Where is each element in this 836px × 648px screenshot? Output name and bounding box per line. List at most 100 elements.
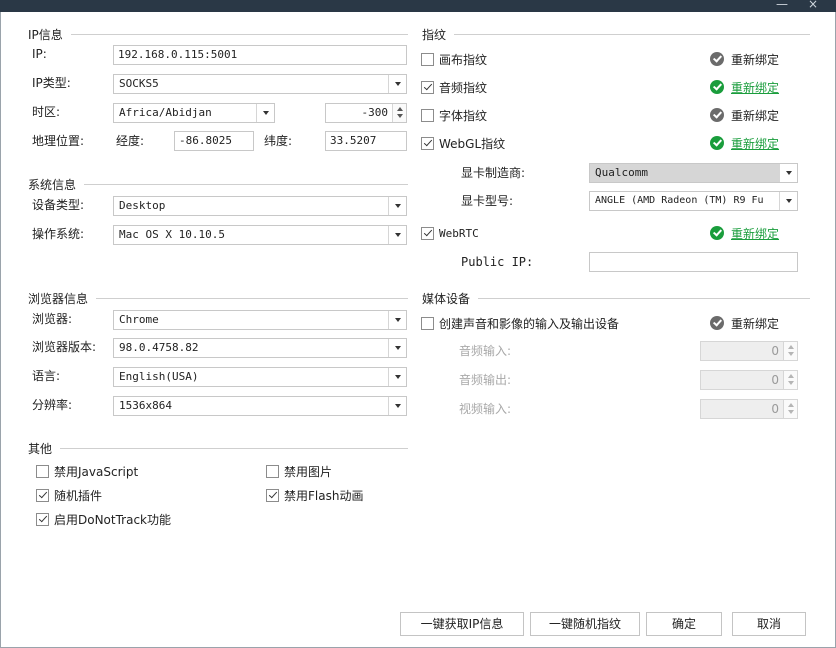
browser-section-header: 浏览器信息 — [28, 291, 408, 306]
latitude-input[interactable]: 33.5207 — [325, 131, 407, 151]
checkbox-checked-icon[interactable] — [421, 80, 434, 94]
check-circle-icon — [710, 226, 724, 240]
timezone-offset-stepper[interactable]: -300 — [325, 103, 407, 123]
ip-type-value: SOCKS5 — [119, 77, 159, 90]
video-input-label: 视频输入: — [459, 402, 512, 416]
browser-version-label: 浏览器版本: — [32, 340, 97, 354]
fingerprint-section-title: 指纹 — [422, 27, 447, 42]
os-select[interactable]: Mac OS X 10.10.5 — [113, 225, 407, 245]
webrtc-checkbox[interactable]: WebRTC — [421, 224, 479, 242]
device-type-select[interactable]: Desktop — [113, 196, 407, 216]
chevron-down-icon[interactable] — [256, 104, 274, 122]
spin-arrows-icon[interactable] — [392, 104, 406, 122]
disable-images-checkbox[interactable]: 禁用图片 — [266, 462, 332, 480]
chevron-down-icon[interactable] — [388, 197, 406, 215]
public-ip-input[interactable] — [589, 252, 798, 272]
chevron-down-icon[interactable] — [779, 164, 797, 182]
device-type-value: Desktop — [119, 199, 166, 212]
gpu-model-label: 显卡型号: — [461, 194, 514, 208]
checkbox-checked-icon[interactable] — [36, 488, 49, 502]
ip-section-header: IP信息 — [28, 27, 408, 42]
spin-arrows-icon[interactable] — [783, 371, 797, 389]
resolution-select[interactable]: 1536x864 — [113, 396, 407, 416]
check-circle-icon — [710, 136, 724, 150]
random-plugins-checkbox[interactable]: 随机插件 — [36, 486, 102, 504]
timezone-offset-value: -300 — [361, 106, 389, 119]
audio-rebind-link[interactable]: 重新绑定 — [731, 79, 779, 96]
media-section-header: 媒体设备 — [422, 291, 810, 306]
random-fingerprint-button[interactable]: 一键随机指纹 — [530, 612, 640, 636]
disable-flash-label: 禁用Flash动画 — [284, 488, 364, 503]
close-button[interactable]: × — [808, 0, 818, 11]
timezone-select[interactable]: Africa/Abidjan — [113, 103, 275, 123]
checkbox-checked-icon[interactable] — [266, 488, 279, 502]
webgl-rebind[interactable]: 重新绑定 — [710, 134, 779, 152]
chevron-down-icon[interactable] — [779, 192, 797, 210]
disable-js-checkbox[interactable]: 禁用JavaScript — [36, 462, 138, 480]
checkbox-icon[interactable] — [36, 464, 49, 478]
browser-select[interactable]: Chrome — [113, 310, 407, 330]
ok-button[interactable]: 确定 — [646, 612, 722, 636]
webrtc-label: WebRTC — [439, 226, 479, 240]
webrtc-rebind[interactable]: 重新绑定 — [710, 224, 779, 242]
gpu-model-select[interactable]: ANGLE (AMD Radeon (TM) R9 Fu — [589, 191, 798, 211]
canvas-fp-label: 画布指纹 — [439, 52, 488, 67]
check-circle-icon — [710, 108, 724, 122]
resolution-label: 分辨率: — [32, 398, 73, 412]
disable-flash-checkbox[interactable]: 禁用Flash动画 — [266, 486, 363, 504]
media-rebind-text: 重新绑定 — [731, 316, 780, 331]
chevron-down-icon[interactable] — [388, 75, 406, 93]
canvas-rebind-text: 重新绑定 — [731, 52, 780, 67]
webgl-fp-label: WebGL指纹 — [439, 136, 506, 151]
canvas-fp-checkbox[interactable]: 画布指纹 — [421, 50, 487, 68]
chevron-down-icon[interactable] — [388, 339, 406, 357]
checkbox-checked-icon[interactable] — [421, 136, 434, 150]
check-circle-icon — [710, 80, 724, 94]
webrtc-rebind-link[interactable]: 重新绑定 — [731, 225, 779, 242]
checkbox-checked-icon[interactable] — [36, 512, 49, 526]
webgl-rebind-link[interactable]: 重新绑定 — [731, 135, 779, 152]
create-devices-checkbox[interactable]: 创建声音和影像的输入及输出设备 — [421, 314, 619, 332]
title-bar: — × — [0, 0, 836, 12]
resolution-value: 1536x864 — [119, 399, 172, 412]
webgl-fp-checkbox[interactable]: WebGL指纹 — [421, 134, 505, 152]
longitude-input[interactable]: -86.8025 — [174, 131, 254, 151]
cancel-button[interactable]: 取消 — [732, 612, 806, 636]
checkbox-checked-icon[interactable] — [421, 226, 434, 240]
chevron-down-icon[interactable] — [388, 311, 406, 329]
audio-output-stepper[interactable]: 0 — [700, 370, 798, 390]
random-plugins-label: 随机插件 — [54, 488, 103, 503]
timezone-label: 时区: — [32, 105, 61, 119]
chevron-down-icon[interactable] — [388, 226, 406, 244]
audio-fp-checkbox[interactable]: 音频指纹 — [421, 78, 487, 96]
ip-type-select[interactable]: SOCKS5 — [113, 74, 407, 94]
checkbox-icon[interactable] — [421, 108, 434, 122]
ip-input[interactable]: 192.168.0.115:5001 — [113, 45, 407, 65]
checkbox-icon[interactable] — [266, 464, 279, 478]
language-select[interactable]: English(USA) — [113, 367, 407, 387]
dnt-checkbox[interactable]: 启用DoNotTrack功能 — [36, 510, 171, 528]
video-input-stepper[interactable]: 0 — [700, 399, 798, 419]
audio-output-value: 0 — [771, 373, 779, 387]
ip-type-label: IP类型: — [32, 76, 71, 90]
audio-fp-label: 音频指纹 — [439, 80, 488, 95]
browser-version-select[interactable]: 98.0.4758.82 — [113, 338, 407, 358]
media-rebind: 重新绑定 — [710, 314, 779, 332]
ip-label: IP: — [32, 47, 47, 61]
audio-rebind[interactable]: 重新绑定 — [710, 78, 779, 96]
canvas-rebind: 重新绑定 — [710, 50, 779, 68]
gpu-model-value: ANGLE (AMD Radeon (TM) R9 Fu — [595, 195, 764, 206]
checkbox-icon[interactable] — [421, 316, 434, 330]
chevron-down-icon[interactable] — [388, 397, 406, 415]
checkbox-icon[interactable] — [421, 52, 434, 66]
chevron-down-icon[interactable] — [388, 368, 406, 386]
disable-images-label: 禁用图片 — [284, 464, 333, 479]
font-fp-checkbox[interactable]: 字体指纹 — [421, 106, 487, 124]
audio-input-stepper[interactable]: 0 — [700, 341, 798, 361]
gpu-vendor-select[interactable]: Qualcomm — [589, 163, 798, 183]
get-ip-info-button[interactable]: 一键获取IP信息 — [400, 612, 524, 636]
browser-value: Chrome — [119, 313, 159, 326]
spin-arrows-icon[interactable] — [783, 400, 797, 418]
spin-arrows-icon[interactable] — [783, 342, 797, 360]
minimize-button[interactable]: — — [776, 0, 788, 11]
